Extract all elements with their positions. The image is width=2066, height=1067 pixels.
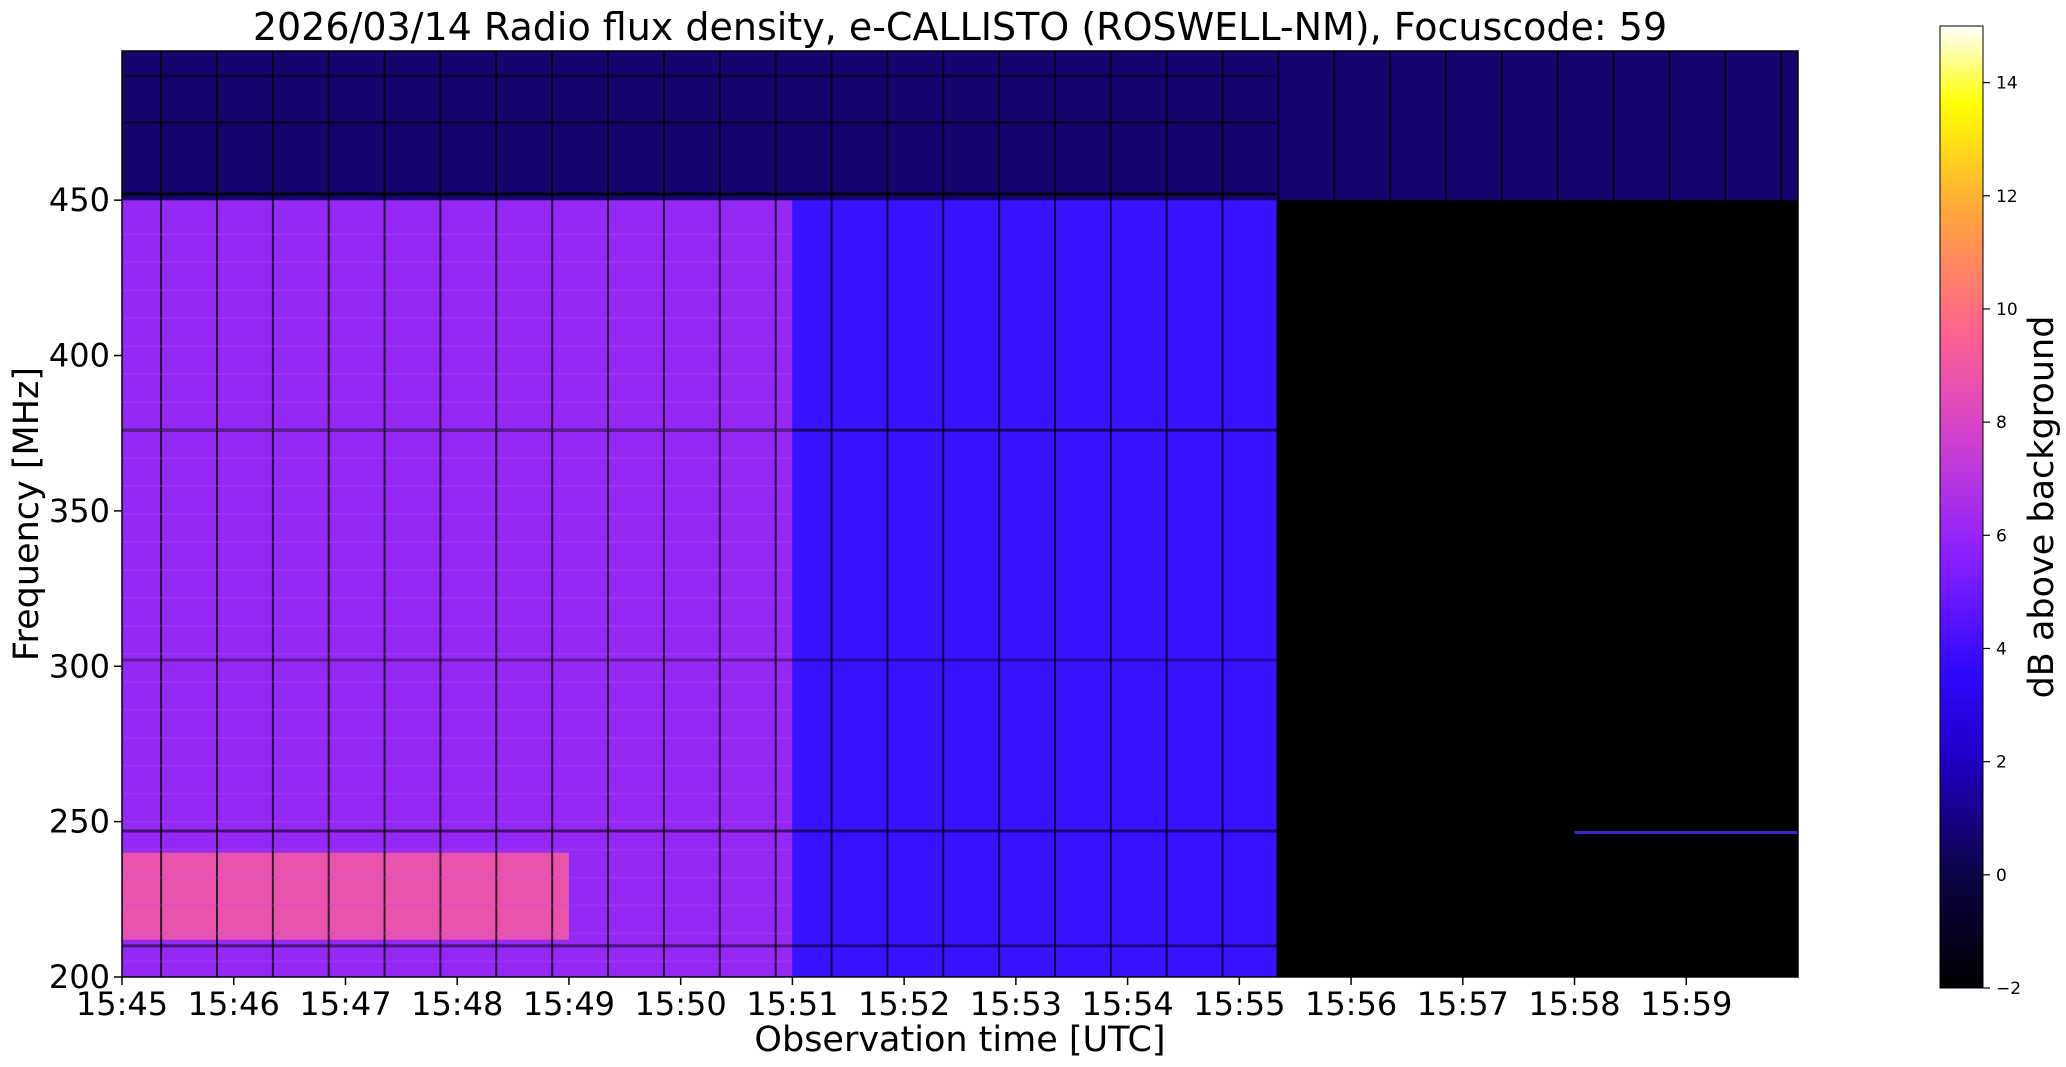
chart-title: 2026/03/14 Radio flux density, e-CALLIST… [253,5,1667,49]
y-tick-label: 250 [49,803,110,841]
colorbar-tick-label: 4 [1996,639,2007,659]
y-tick-label: 300 [49,647,110,685]
colorbar-tick-label: 12 [1996,187,2018,207]
x-tick-label: 15:46 [188,985,280,1023]
x-tick-label: 15:52 [858,985,950,1023]
x-tick-label: 15:58 [1528,985,1620,1023]
x-tick-label: 15:56 [1305,985,1397,1023]
colorbar [1939,25,1984,989]
x-tick-label: 15:54 [1081,985,1173,1023]
colorbar-tick-label: 8 [1996,413,2007,433]
y-axis-label: Frequency [MHz] [7,367,47,661]
intensity-region [792,200,1277,977]
y-tick-label: 200 [49,958,110,996]
x-tick-label: 15:53 [970,985,1062,1023]
x-tick-label: 15:50 [635,985,727,1023]
colorbar-tick-label: 6 [1996,526,2007,546]
colorbar-tick-label: 0 [1996,866,2007,886]
intensity-region [122,51,1798,201]
x-tick-label: 15:57 [1417,985,1509,1023]
x-tick-label: 15:47 [299,985,391,1023]
colorbar-tick-label: 14 [1996,74,2018,94]
y-tick-label: 400 [49,337,110,375]
x-tick-label: 15:48 [411,985,503,1023]
x-axis-label: Observation time [UTC] [754,1020,1165,1060]
colorbar-tick-label: 10 [1996,300,2018,320]
y-tick-label: 350 [49,492,110,530]
plot-area [122,51,1798,977]
y-tick-label: 450 [49,181,110,219]
spectrogram-chart: 2026/03/14 Radio flux density, e-CALLIST… [7,5,2062,1060]
colorbar-tick-label: −2 [1996,979,2021,999]
x-tick-label: 15:49 [523,985,615,1023]
x-tick-label: 15:59 [1640,985,1732,1023]
colorbar-label: dB above background [2022,316,2062,699]
x-tick-label: 15:55 [1193,985,1285,1023]
colorbar-tick-label: 2 [1996,753,2007,773]
intensity-region [122,852,569,940]
x-tick-label: 15:51 [746,985,838,1023]
intensity-region [1276,200,1798,977]
